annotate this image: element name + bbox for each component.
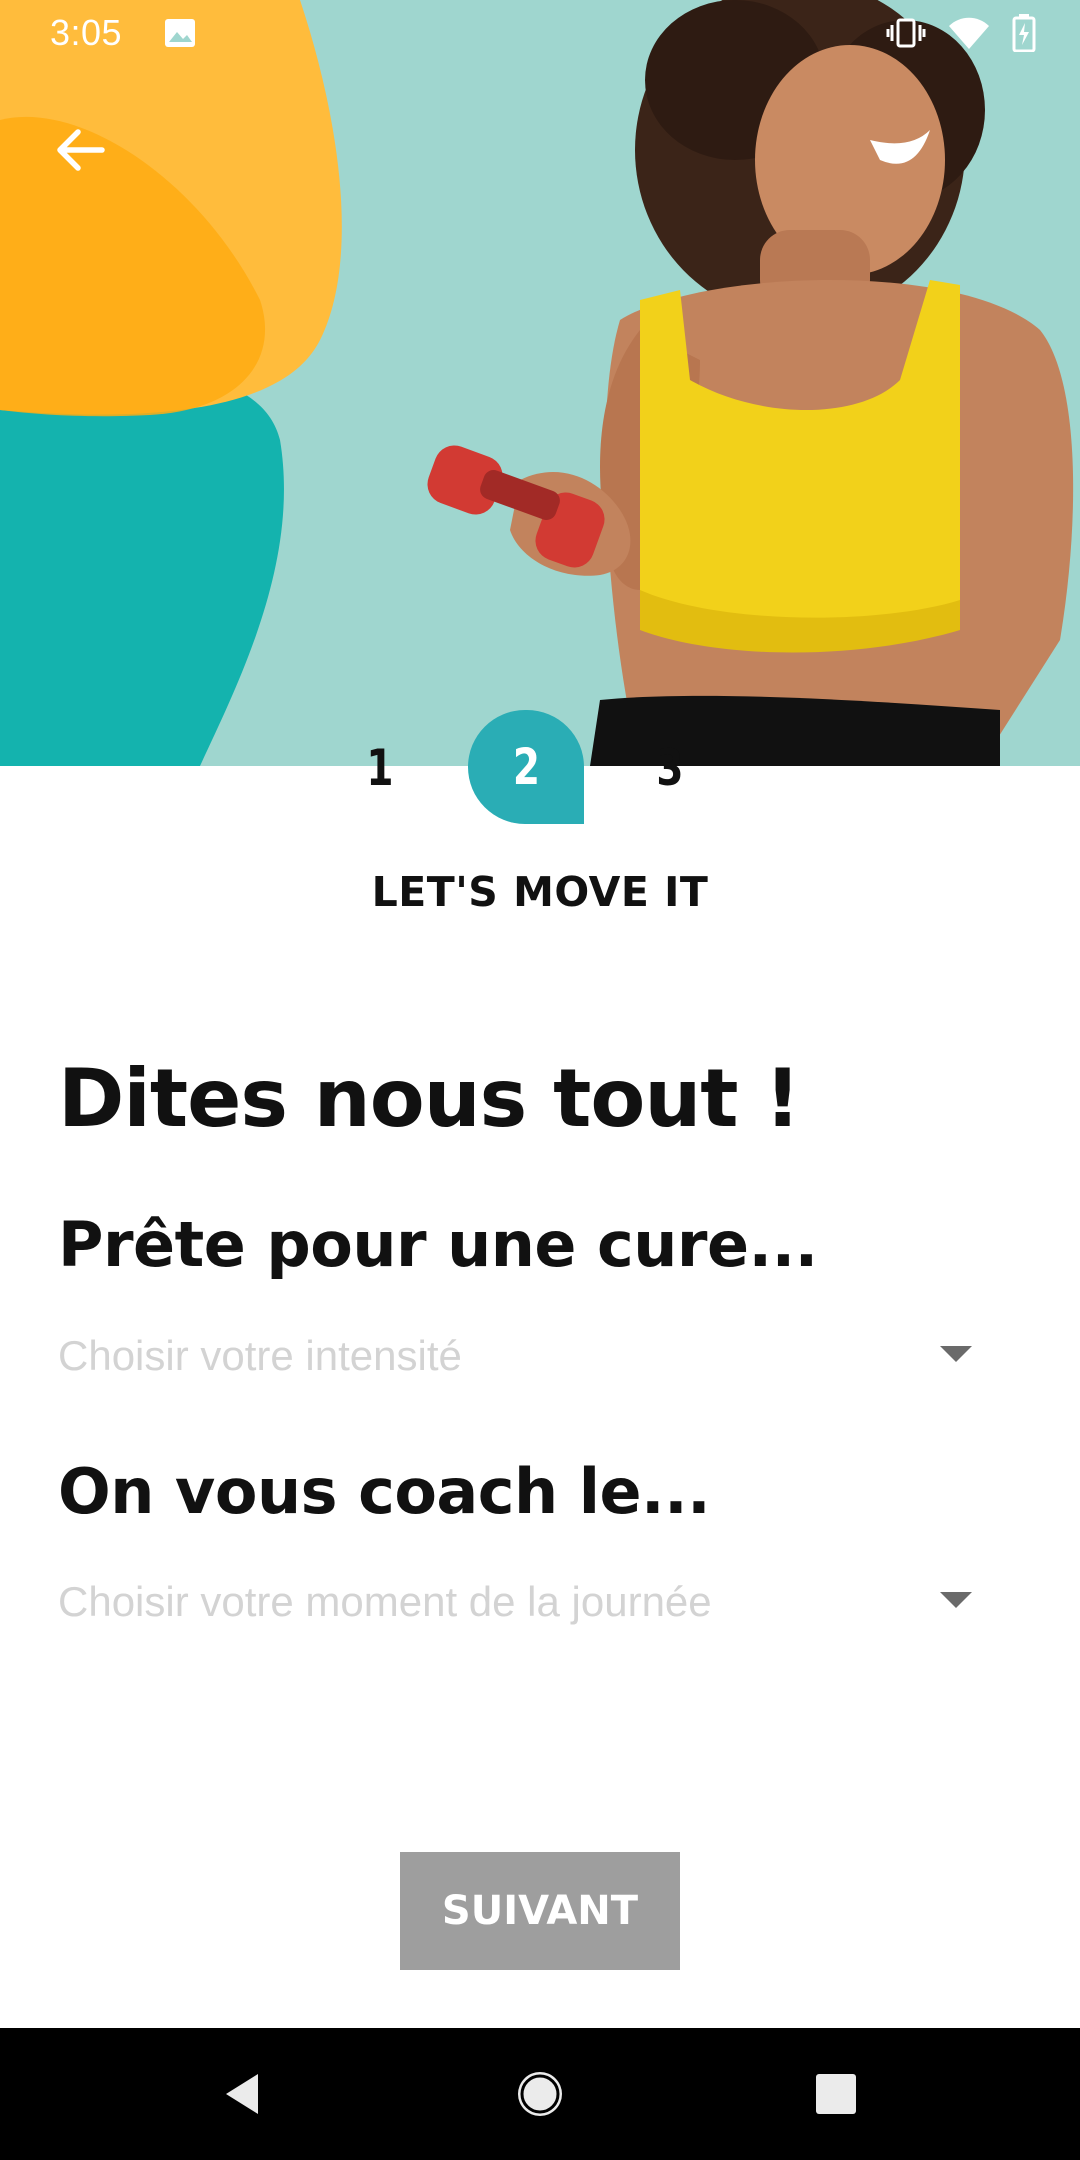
section-intensity-title: Prête pour une cure... <box>58 1208 818 1281</box>
step-2-active: 2 <box>468 710 584 824</box>
wifi-icon <box>948 17 990 54</box>
moment-placeholder: Choisir votre moment de la journée <box>58 1578 712 1625</box>
nav-recent-icon[interactable] <box>806 2064 866 2124</box>
image-icon <box>165 19 195 47</box>
status-bar: 3:05 <box>0 0 1080 68</box>
page-title: Dites nous tout ! <box>58 1052 801 1145</box>
step-1: 1 <box>366 739 394 797</box>
navigation-bar <box>0 2028 1080 2160</box>
step-2-label: 2 <box>512 738 540 796</box>
vibrate-icon <box>886 17 926 54</box>
section-moment-title: On vous coach le... <box>58 1455 711 1528</box>
status-time: 3:05 <box>50 12 123 53</box>
chevron-down-icon <box>940 1346 972 1362</box>
hero-image: 3:05 <box>0 0 1080 766</box>
battery-charging-icon <box>1012 14 1036 57</box>
nav-back-icon[interactable] <box>214 2064 274 2124</box>
brand-subtitle: LET'S MOVE IT <box>371 868 709 916</box>
stepper: 1 2 3 <box>0 710 1080 830</box>
step-3: 3 <box>656 739 684 797</box>
moment-dropdown[interactable]: Choisir votre moment de la journée <box>58 1568 978 1638</box>
intensity-dropdown[interactable]: Choisir votre intensité <box>58 1322 978 1392</box>
intensity-placeholder: Choisir votre intensité <box>58 1332 462 1379</box>
hero-illustration <box>0 0 1080 766</box>
next-button[interactable]: SUIVANT <box>400 1852 680 1970</box>
status-icons <box>886 14 1036 57</box>
arrow-left-icon[interactable] <box>50 118 114 182</box>
nav-home-icon[interactable] <box>510 2064 570 2124</box>
chevron-down-icon <box>940 1592 972 1608</box>
